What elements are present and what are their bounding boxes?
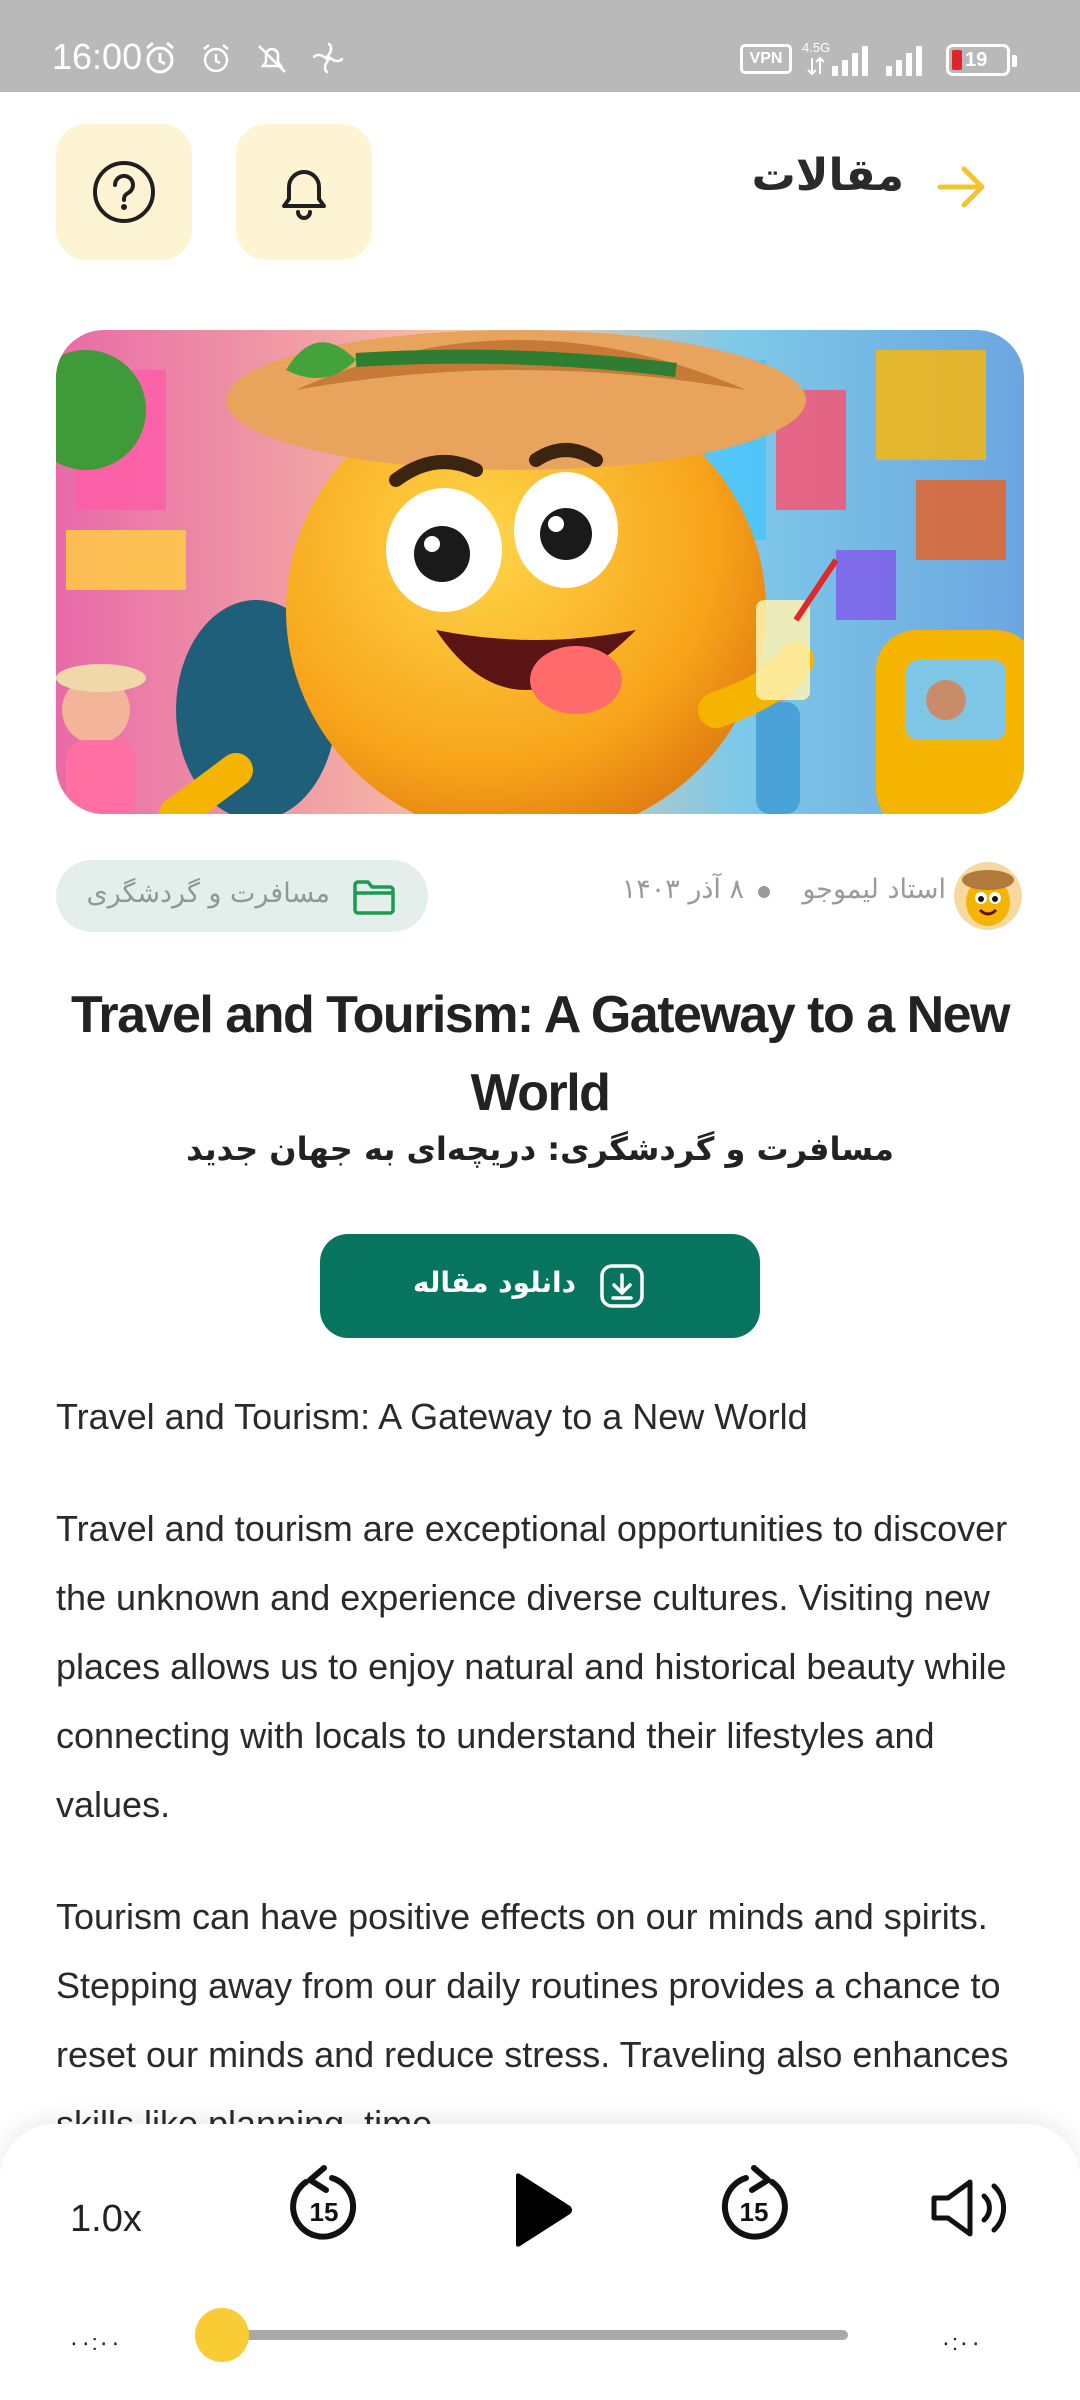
alarm-icon xyxy=(146,41,174,74)
rewind-15-button[interactable]: 15 xyxy=(284,2164,364,2248)
article-paragraph: Travel and Tourism: A Gateway to a New W… xyxy=(56,1396,808,1437)
avatar xyxy=(954,862,1022,930)
status-bar: 16:00 VPN 4.5G 19 xyxy=(0,0,1080,92)
article-title-en: Travel and Tourism: A Gateway to a New W… xyxy=(70,986,1011,1122)
article-paragraph: Travel and tourism are exceptional oppor… xyxy=(56,1508,1008,1825)
volume-icon xyxy=(931,2179,1007,2237)
download-article-button[interactable]: دانلود مقاله xyxy=(320,1234,760,1338)
progress-thumb[interactable] xyxy=(195,2308,249,2362)
publish-date: ۸ آذر ۱۴۰۳ xyxy=(621,874,744,905)
audio-player: 1.0x 15 15 ۰۰:۰۰ ۰:۰۰ xyxy=(0,2124,1080,2400)
page-title: مقالات xyxy=(751,150,904,201)
signal-icon xyxy=(807,46,868,76)
progress-track[interactable] xyxy=(222,2330,848,2340)
article-title-fa: مسافرت و گردشگری: دریچه‌ای به جهان جدید xyxy=(186,1130,894,1168)
category-chip[interactable]: مسافرت و گردشگری xyxy=(56,860,428,932)
rewind-seconds: 15 xyxy=(310,2197,339,2227)
total-time: ۰:۰۰ xyxy=(940,2330,982,2355)
article-body: Travel and Tourism: A Gateway to a New W… xyxy=(56,1382,1024,2201)
status-time: 16:00 xyxy=(52,36,143,77)
article-paragraph: Tourism can have positive effects on our… xyxy=(56,1896,1009,2144)
play-icon xyxy=(516,2173,572,2247)
fan-icon xyxy=(312,42,344,74)
forward-seconds: 15 xyxy=(740,2197,769,2227)
author-name: استاد لیموجو xyxy=(802,874,946,905)
meta-separator xyxy=(758,886,770,898)
volume-button[interactable] xyxy=(928,2176,1012,2240)
vpn-badge: VPN xyxy=(740,44,792,74)
battery-icon: 19 xyxy=(946,44,1017,76)
article-cover-image xyxy=(56,330,1024,814)
category-label: مسافرت و گردشگری xyxy=(86,878,330,909)
forward-icon: 15 xyxy=(721,2165,788,2240)
forward-15-button[interactable]: 15 xyxy=(714,2164,794,2248)
back-button[interactable] xyxy=(936,164,988,214)
download-label: دانلود مقاله xyxy=(412,1266,576,1299)
arrow-right-icon xyxy=(937,166,985,208)
play-button[interactable] xyxy=(498,2168,582,2252)
question-circle-icon xyxy=(93,161,155,223)
rewind-icon: 15 xyxy=(290,2165,357,2240)
alarm-outline-icon xyxy=(203,44,229,73)
notifications-button[interactable] xyxy=(236,124,372,260)
download-icon xyxy=(600,1264,644,1308)
current-time: ۰۰:۰۰ xyxy=(68,2330,122,2355)
signal-icon xyxy=(886,46,922,76)
folder-icon xyxy=(353,880,395,915)
battery-level: 19 xyxy=(965,49,988,71)
help-button[interactable] xyxy=(56,124,192,260)
bell-icon xyxy=(282,170,326,220)
notifications-off-icon xyxy=(258,45,286,73)
playback-speed-button[interactable]: 1.0x xyxy=(70,2198,142,2241)
status-icons xyxy=(142,40,346,76)
